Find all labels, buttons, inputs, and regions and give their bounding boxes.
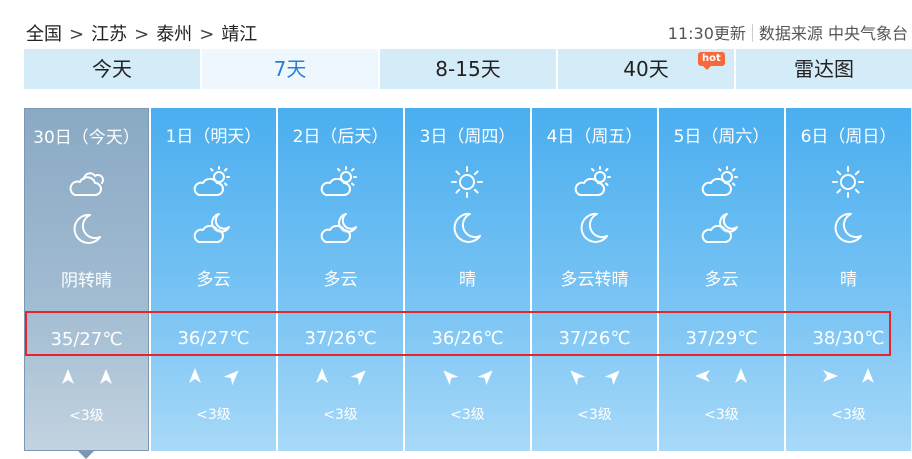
wind-east-icon — [822, 370, 838, 382]
wind-level: <3级 — [831, 407, 866, 423]
wind-directions — [786, 366, 911, 386]
breadcrumb-item-province[interactable]: 江苏 — [91, 24, 127, 45]
tab-40day[interactable]: 40天 hot — [558, 49, 736, 89]
tab-40day-label: 40天 — [623, 57, 669, 81]
day-date: 3日（周四） — [419, 127, 516, 147]
partly-cloudy-icon — [700, 164, 742, 200]
weather-text: 多云 — [323, 270, 358, 290]
temperature-range: 36/27℃ — [177, 328, 250, 349]
tab-7day[interactable]: 7天 — [202, 49, 380, 89]
partly-cloudy-icon — [573, 164, 615, 200]
weather-text: 晴 — [840, 270, 857, 290]
moon-icon — [827, 210, 869, 246]
day-card[interactable]: 4日（周五） 多云转晴 37/26℃ <3级 — [532, 108, 657, 451]
day-date: 6日（周日） — [800, 127, 897, 147]
wind-northwest-icon — [569, 370, 585, 386]
cloudy-night-icon — [319, 210, 361, 246]
day-date: 30日（今天） — [33, 128, 140, 148]
weather-text: 晴 — [459, 270, 476, 290]
wind-level: <3级 — [577, 407, 612, 423]
wind-north-icon — [188, 368, 201, 383]
partly-cloudy-icon — [319, 164, 361, 200]
breadcrumb-item-city[interactable]: 泰州 — [156, 24, 192, 45]
wind-northeast-icon — [350, 370, 366, 386]
wind-level: <3级 — [450, 407, 485, 423]
temperature-range: 37/29℃ — [685, 328, 758, 349]
wind-northeast-icon — [223, 370, 239, 386]
wind-west-icon — [694, 370, 710, 382]
wind-north-icon — [61, 369, 74, 384]
day-card[interactable]: 5日（周六） 多云 37/29℃ <3级 — [659, 108, 784, 451]
breadcrumb-item-country[interactable]: 全国 — [26, 24, 62, 45]
cloudy-night-icon — [192, 210, 234, 246]
day-date: 2日（后天） — [292, 127, 389, 147]
temperature-range: 37/26℃ — [304, 328, 377, 349]
wind-level: <3级 — [69, 408, 104, 424]
temperature-range: 38/30℃ — [812, 328, 885, 349]
day-card[interactable]: 30日（今天） 阴转晴 35/27℃ <3级 — [24, 108, 149, 459]
wind-directions — [659, 366, 784, 386]
weather-text: 多云 — [196, 270, 231, 290]
tab-today[interactable]: 今天 — [24, 49, 202, 89]
moon-icon — [66, 211, 108, 247]
moon-icon — [446, 210, 488, 246]
day-forecast-list: 30日（今天） 阴转晴 35/27℃ <3级 1日（明天） 多云 36/27℃ <3级 2日（后… — [24, 108, 912, 459]
wind-directions — [151, 366, 276, 386]
wind-north-icon — [99, 369, 112, 384]
day-card[interactable]: 2日（后天） 多云 37/26℃ <3级 — [278, 108, 403, 451]
today-pointer — [77, 450, 95, 459]
wind-directions — [25, 367, 148, 387]
weather-text: 多云转晴 — [560, 270, 629, 290]
cloudy-night-icon — [700, 210, 742, 246]
day-date: 4日（周五） — [546, 127, 643, 147]
day-card[interactable]: 1日（明天） 多云 36/27℃ <3级 — [151, 108, 276, 451]
breadcrumb-separator: > — [199, 24, 215, 45]
divider — [751, 24, 753, 42]
top-bar: 全国 > 江苏 > 泰州 > 靖江 11:30更新 数据来源 中央气象台 — [0, 0, 912, 46]
wind-north-icon — [734, 368, 747, 383]
cloudy-icon — [66, 165, 108, 201]
breadcrumb-item-county: 靖江 — [221, 24, 258, 45]
temperature-range: 35/27℃ — [50, 329, 123, 350]
hot-badge: hot — [698, 52, 725, 70]
wind-north-icon — [315, 368, 328, 383]
day-date: 1日（明天） — [165, 127, 262, 147]
temperature-range: 36/26℃ — [431, 328, 504, 349]
wind-level: <3级 — [704, 407, 739, 423]
breadcrumb-separator: > — [69, 24, 85, 45]
update-time: 11:30更新 — [667, 24, 746, 43]
forecast-tabs: 今天 7天 8-15天 40天 hot 雷达图 — [24, 49, 912, 89]
temperature-range: 37/26℃ — [558, 328, 631, 349]
wind-directions — [405, 366, 530, 386]
wind-level: <3级 — [196, 407, 231, 423]
day-date: 5日（周六） — [673, 127, 770, 147]
breadcrumb-separator: > — [134, 24, 150, 45]
wind-directions — [532, 366, 657, 386]
sun-icon — [827, 164, 869, 200]
moon-icon — [573, 210, 615, 246]
wind-north-icon — [861, 368, 874, 383]
wind-directions — [278, 366, 403, 386]
wind-northeast-icon — [604, 370, 620, 386]
data-source: 数据来源 中央气象台 — [758, 24, 908, 43]
day-card[interactable]: 3日（周四） 晴 36/26℃ <3级 — [405, 108, 530, 451]
partly-cloudy-icon — [192, 164, 234, 200]
weather-text: 多云 — [704, 270, 739, 290]
breadcrumb: 全国 > 江苏 > 泰州 > 靖江 — [26, 20, 257, 46]
wind-level: <3级 — [323, 407, 358, 423]
weather-text: 阴转晴 — [61, 271, 112, 291]
wind-northeast-icon — [477, 370, 493, 386]
tab-8-15day[interactable]: 8-15天 — [380, 49, 558, 89]
update-info: 11:30更新 数据来源 中央气象台 — [668, 20, 908, 44]
day-card[interactable]: 6日（周日） 晴 38/30℃ <3级 — [786, 108, 911, 451]
sun-icon — [446, 164, 488, 200]
tab-radar[interactable]: 雷达图 — [736, 49, 912, 89]
wind-northwest-icon — [442, 370, 458, 386]
